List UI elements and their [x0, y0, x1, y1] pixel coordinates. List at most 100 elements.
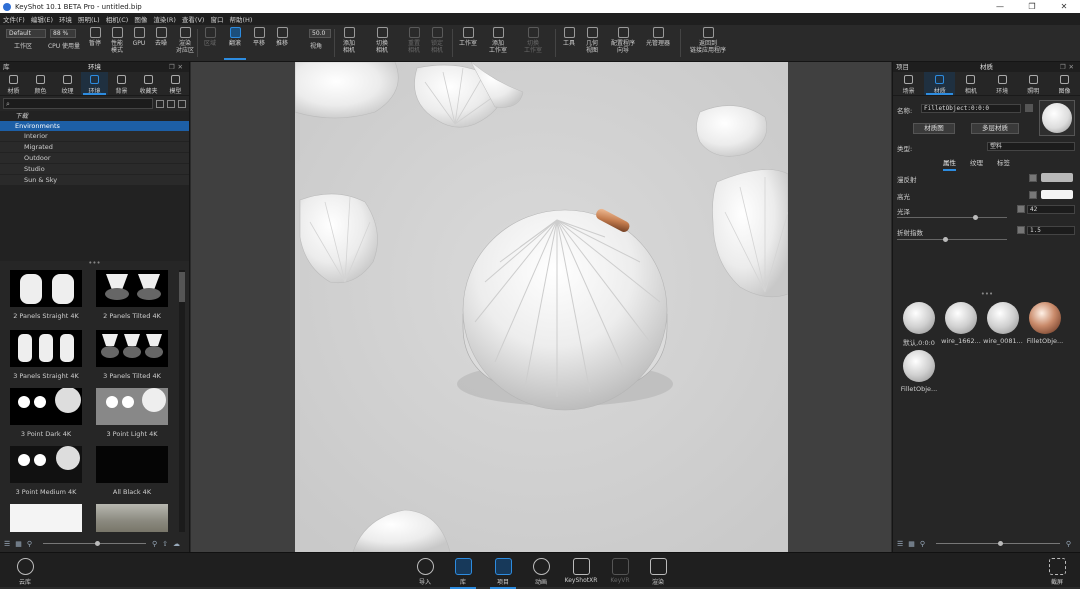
thumbnail-item[interactable]: 2 Panels Tilted 4K	[96, 270, 168, 320]
performance-mode-button[interactable]: 性能 模式	[106, 27, 128, 54]
thumbnail-item[interactable]	[96, 504, 168, 532]
zoom-out-icon[interactable]: ⚲	[27, 540, 32, 548]
tab-backplates[interactable]: 背景	[108, 72, 135, 95]
cpu-usage-select[interactable]: 88 %	[50, 29, 76, 38]
folder-icon[interactable]	[156, 99, 164, 108]
menu-render[interactable]: 渲染(R)	[153, 14, 176, 24]
tree-item-interior[interactable]: Interior	[0, 131, 189, 141]
tab-environment[interactable]: 环境	[987, 72, 1018, 95]
studio-button[interactable]: 工作室	[456, 27, 480, 47]
add-studio-button[interactable]: 添加 工作室	[486, 27, 510, 54]
dolly-button[interactable]: 推移	[271, 27, 293, 47]
zoom-in-icon[interactable]: ⚲	[1066, 540, 1071, 548]
denoise-button[interactable]: 去噪	[150, 27, 172, 47]
tree-item-sun-sky[interactable]: Sun & Sky	[0, 175, 189, 185]
fov-button[interactable]: 视角	[305, 43, 327, 50]
tree-item-studio[interactable]: Studio	[0, 164, 189, 174]
subtab-textures[interactable]: 纹理	[970, 157, 983, 171]
refresh-icon[interactable]	[178, 99, 186, 108]
render-region-button[interactable]: 渲染 对应区	[174, 27, 196, 54]
material-graph-button[interactable]: 材质图	[913, 123, 955, 134]
tab-materials[interactable]: 材质	[0, 72, 27, 95]
tab-colors[interactable]: 颜色	[27, 72, 54, 95]
tree-item-downloads[interactable]: 下载	[0, 111, 189, 121]
project-button[interactable]: 项目	[486, 558, 520, 589]
region-button[interactable]: 区域	[199, 27, 221, 47]
slider-handle[interactable]	[943, 237, 948, 242]
menu-camera[interactable]: 相机(C)	[106, 14, 129, 24]
workspace-select[interactable]: Default	[6, 29, 46, 38]
thumbnail-item[interactable]: 3 Point Medium 4K	[10, 446, 82, 496]
tab-models[interactable]: 模型	[162, 72, 189, 95]
cloud-library-button[interactable]: 云库	[8, 558, 42, 586]
tab-lighting[interactable]: 照明	[1018, 72, 1049, 95]
menu-window[interactable]: 窗口	[210, 14, 223, 24]
roughness-slider[interactable]	[897, 215, 1007, 220]
texture-map-icon[interactable]	[1029, 191, 1037, 199]
menu-view[interactable]: 查看(V)	[182, 14, 205, 24]
geometry-view-button[interactable]: 几何 视图	[581, 27, 603, 54]
menu-image[interactable]: 图像	[134, 14, 147, 24]
library-search-input[interactable]: ⌕	[3, 98, 153, 109]
thumbnail-item[interactable]: 3 Point Dark 4K	[10, 388, 82, 438]
gpu-button[interactable]: GPU	[128, 27, 150, 47]
tab-material[interactable]: 材质	[924, 72, 956, 95]
switch-camera-button[interactable]: 切换 相机	[371, 27, 393, 54]
slider-handle[interactable]	[973, 215, 978, 220]
tab-environments[interactable]: 环境	[81, 72, 108, 95]
menu-file[interactable]: 文件(F)	[3, 14, 25, 24]
scrollbar-thumb[interactable]	[179, 272, 185, 302]
thumbnail-item[interactable]: 3 Panels Straight 4K	[10, 330, 82, 380]
thumbnail-item[interactable]: 2 Panels Straight 4K	[10, 270, 82, 320]
tab-image[interactable]: 图像	[1049, 72, 1080, 95]
list-view-icon[interactable]: ☰	[897, 540, 903, 548]
zoom-out-icon[interactable]: ⚲	[920, 540, 925, 548]
cloud-icon[interactable]: ☁	[173, 540, 180, 548]
upload-icon[interactable]: ⇧	[162, 540, 168, 548]
panel-window-icons[interactable]: ❐✕	[1060, 62, 1077, 72]
workspace-button[interactable]: 工作区	[12, 43, 34, 50]
list-view-icon[interactable]: ☰	[4, 540, 10, 548]
thumbnail-item[interactable]: All Black 4K	[96, 446, 168, 496]
tree-item-migrated[interactable]: Migrated	[0, 142, 189, 152]
add-camera-button[interactable]: 添加 相机	[338, 27, 360, 54]
material-preview[interactable]	[1039, 100, 1075, 136]
texture-map-icon[interactable]	[1017, 205, 1025, 213]
material-name-input[interactable]: FilletObject:0:0:0	[921, 104, 1021, 113]
menu-lighting[interactable]: 照明(L)	[78, 14, 100, 24]
menu-help[interactable]: 帮助(H)	[229, 14, 252, 24]
diffuse-color-swatch[interactable]	[1041, 173, 1073, 182]
return-to-linked-app-button[interactable]: 返回到 链接应用程序	[690, 27, 726, 54]
import-folder-icon[interactable]	[167, 99, 175, 108]
menu-edit[interactable]: 编辑(E)	[31, 14, 53, 24]
panel-window-icons[interactable]: ❐✕	[169, 62, 186, 72]
subtab-properties[interactable]: 属性	[943, 157, 956, 171]
material-item[interactable]: wire_1662...	[941, 302, 981, 345]
keyvr-button[interactable]: KeyVR	[603, 558, 637, 584]
roughness-input[interactable]: 42	[1027, 205, 1075, 214]
tree-item-environments[interactable]: Environments	[0, 121, 189, 131]
specular-color-swatch[interactable]	[1041, 190, 1073, 199]
render-button[interactable]: 渲染	[641, 558, 675, 586]
material-item[interactable]: wire_0081...	[983, 302, 1023, 345]
tab-textures[interactable]: 纹理	[54, 72, 81, 95]
slider-handle[interactable]	[94, 541, 100, 546]
texture-map-icon[interactable]	[1017, 226, 1025, 234]
animation-button[interactable]: 动画	[524, 558, 558, 586]
grid-view-icon[interactable]: ▦	[908, 540, 915, 548]
tab-favorites[interactable]: 收藏夹	[135, 72, 162, 95]
thumbnail-size-slider[interactable]	[936, 541, 1060, 546]
save-icon[interactable]	[1025, 104, 1033, 112]
thumbnail-scrollbar[interactable]	[179, 270, 185, 532]
zoom-in-icon[interactable]: ⚲	[152, 540, 157, 548]
switch-studio-button[interactable]: 切换 工作室	[521, 27, 545, 54]
pause-button[interactable]: 暂停	[84, 27, 106, 47]
menu-environment[interactable]: 环境	[59, 14, 72, 24]
tools-button[interactable]: 工具	[558, 27, 580, 47]
keyshotxr-button[interactable]: KeyShotXR	[564, 558, 598, 584]
pan-button[interactable]: 平移	[248, 27, 270, 47]
screenshot-button[interactable]: 截屏	[1040, 558, 1074, 586]
light-manager-button[interactable]: 光管理器	[646, 27, 670, 47]
lock-camera-button[interactable]: 锁定 相机	[426, 27, 448, 54]
slider-handle[interactable]	[997, 541, 1003, 546]
